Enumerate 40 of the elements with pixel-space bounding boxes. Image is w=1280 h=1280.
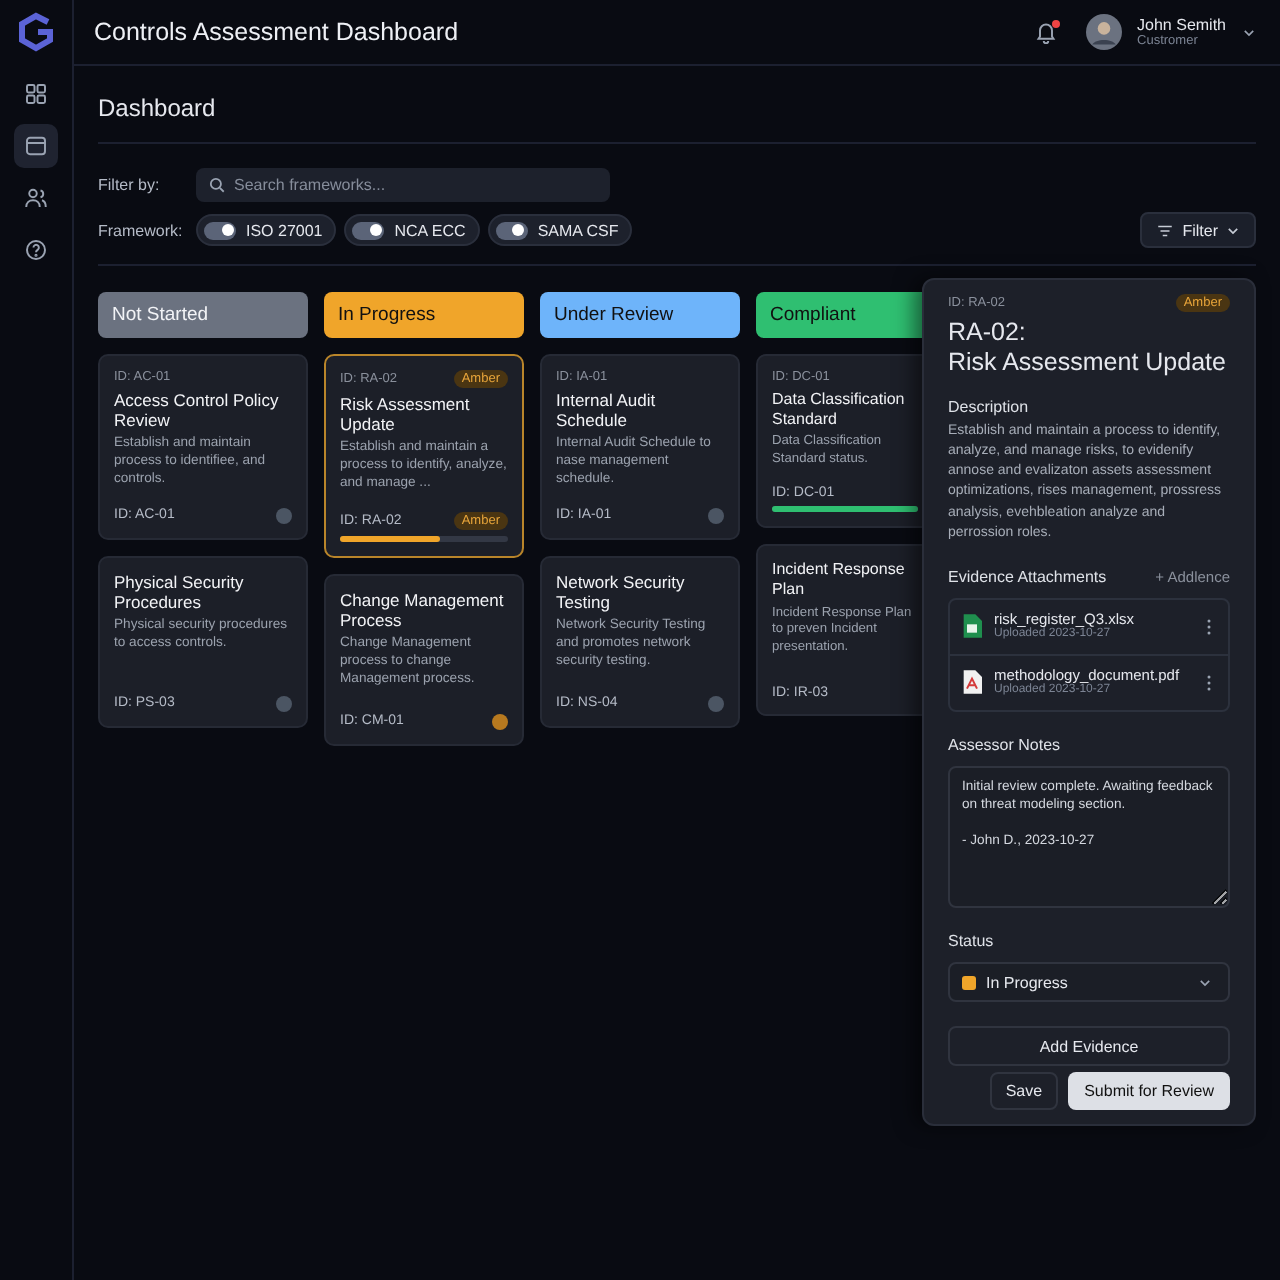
card-title: Network Security Testing xyxy=(556,571,687,613)
card-title: Access Control Policy Review xyxy=(114,390,281,431)
card-title: Physical Security Procedures xyxy=(114,571,246,613)
column-header: Not Started xyxy=(98,292,308,338)
add-evidence-button[interactable]: Add Evidence xyxy=(948,1026,1230,1067)
app-title: Controls Assessment Dashboard xyxy=(94,18,461,46)
column-header: Under Review xyxy=(540,292,740,338)
page-title: Dashboard xyxy=(98,66,1256,144)
column-header: In Progress xyxy=(324,292,524,338)
spreadsheet-file-icon xyxy=(962,614,982,639)
framework-toggle[interactable]: ISO 27001 xyxy=(196,214,337,246)
avatar-icon[interactable] xyxy=(1085,14,1122,50)
filter-button[interactable]: Filter xyxy=(1140,212,1256,248)
card-title: Change Management Process xyxy=(340,589,506,631)
section-label: Assessor Notes xyxy=(948,735,1063,754)
search-icon xyxy=(208,176,226,194)
section-label: Status xyxy=(948,932,996,951)
card-title: Risk Assessment Update xyxy=(340,394,472,435)
save-button[interactable]: Save xyxy=(989,1072,1059,1111)
framework-toggle[interactable]: SAMA CSF xyxy=(487,214,633,246)
filter-icon xyxy=(1156,221,1175,239)
chevron-down-icon[interactable] xyxy=(1242,25,1256,39)
user-name: John Semith xyxy=(1137,15,1226,34)
card-title: Internal Audit Schedule xyxy=(556,390,658,431)
pdf-file-icon xyxy=(962,670,982,695)
notification-bell-icon[interactable] xyxy=(1033,20,1058,44)
status-dropdown[interactable]: In Progress xyxy=(948,962,1230,1003)
more-icon[interactable] xyxy=(1206,617,1212,636)
framework-toggle[interactable]: NCA ECC xyxy=(344,214,480,246)
filter-label: Filter by: xyxy=(98,176,162,194)
folder-icon[interactable] xyxy=(14,124,58,168)
chevron-down-icon xyxy=(1198,975,1212,990)
card-title: Incident Response Plan xyxy=(772,560,907,599)
chevron-down-icon xyxy=(1226,223,1240,237)
more-icon[interactable] xyxy=(1206,673,1212,692)
logo-icon xyxy=(16,12,56,52)
card-title: Data Classification Standard xyxy=(772,390,907,429)
search-field[interactable]: Search frameworks... xyxy=(196,168,610,202)
submit-button[interactable]: Submit for Review xyxy=(1068,1072,1230,1111)
framework-label: Framework: xyxy=(98,221,185,239)
